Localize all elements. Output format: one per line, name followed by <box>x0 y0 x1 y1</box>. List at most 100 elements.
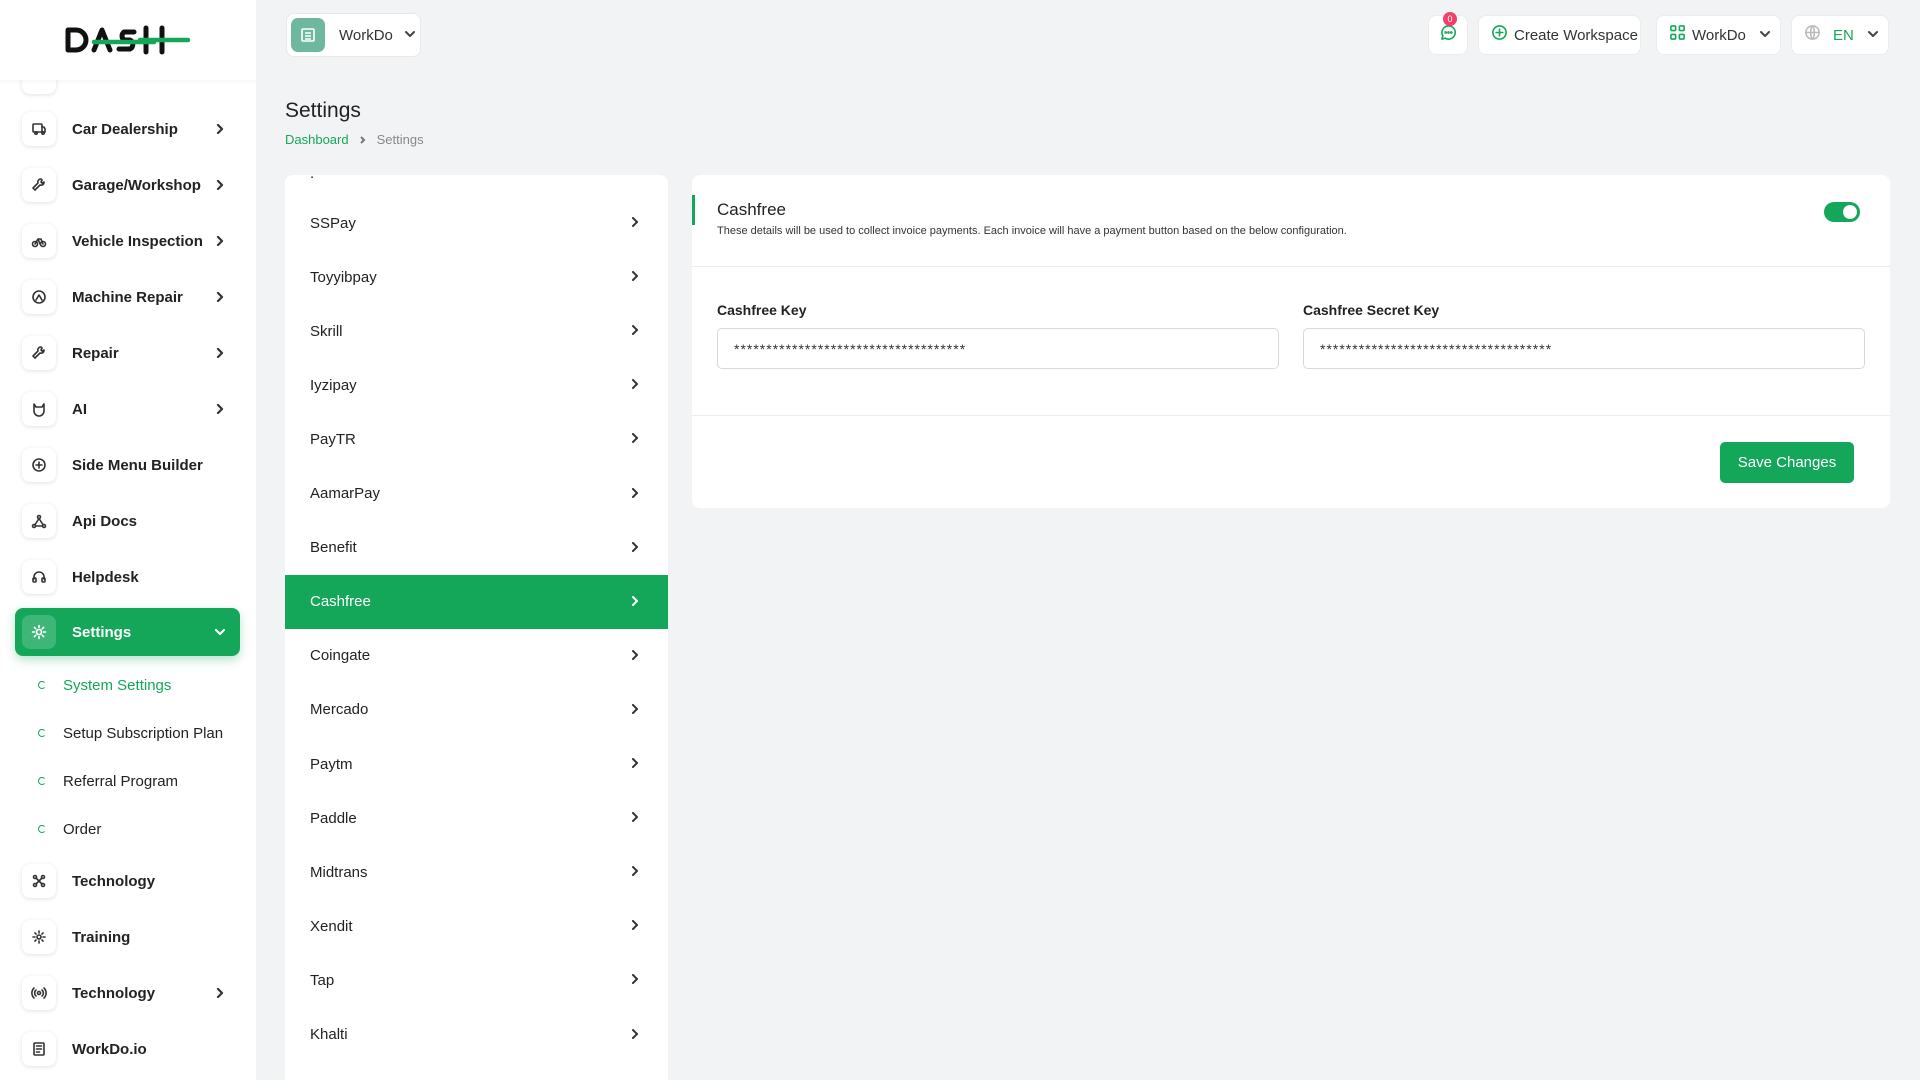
sidebar-item-helpdesk[interactable]: Helpdesk <box>15 553 240 601</box>
gear-icon <box>22 615 56 649</box>
payment-method-skrill[interactable]: Skrill <box>285 304 668 358</box>
payment-method-benefit[interactable]: Benefit <box>285 521 668 575</box>
car-dealership-icon <box>22 112 56 146</box>
payment-method-label: Midtrans <box>310 863 368 881</box>
sidebar-item-car-dealership[interactable]: Car Dealership <box>15 105 240 153</box>
sidebar-subitem-label: Setup Subscription Plan <box>63 724 224 742</box>
sidebar-item-label: Garage/Workshop <box>72 176 201 194</box>
tools-icon <box>22 336 56 370</box>
sidebar-item-technology[interactable]: Technology <box>15 857 240 905</box>
chevron-right-icon <box>212 345 228 361</box>
sidebar: Car Dealership Garage/Workshop Vehicle I… <box>0 0 256 1080</box>
payment-method-toyyibpay[interactable]: Toyyibpay <box>285 250 668 304</box>
chevron-right-icon <box>359 132 367 147</box>
save-changes-button[interactable]: Save Changes <box>1720 442 1854 483</box>
sidebar-item-label: Car Dealership <box>72 120 178 138</box>
sidebar-item-label: AI <box>72 400 87 418</box>
cashfree-key-input[interactable] <box>717 328 1279 369</box>
breadcrumb: Dashboard Settings <box>285 132 424 147</box>
payment-method-label: Paddle <box>310 809 357 827</box>
cashfree-key-label: Cashfree Key <box>717 302 807 318</box>
chevron-right-icon <box>630 809 640 827</box>
breadcrumb-current: Settings <box>376 132 424 147</box>
sidebar-item-garage-workshop[interactable]: Garage/Workshop <box>15 161 240 209</box>
language-label: EN <box>1833 26 1854 44</box>
sidebar-item-repair[interactable]: Repair <box>15 329 240 377</box>
bullet-icon <box>38 777 46 785</box>
sidebar-item-label: Settings <box>72 623 132 641</box>
payment-method-cashfree[interactable]: Cashfree <box>285 574 668 629</box>
payment-method-label: PayTR <box>310 430 356 448</box>
sidebar-item-api-docs[interactable]: Api Docs <box>15 497 240 545</box>
create-workspace-button[interactable]: Create Workspace <box>1478 15 1641 55</box>
payment-method-midtrans[interactable]: Midtrans <box>285 845 668 899</box>
chevron-right-icon <box>630 755 640 773</box>
training-icon <box>22 920 56 954</box>
list-item-partial: . <box>310 175 314 182</box>
cashfree-secret-key-input[interactable] <box>1303 328 1865 369</box>
chevron-right-icon <box>630 647 640 665</box>
plus-circle-icon <box>22 448 56 482</box>
sidebar-item-technology-2[interactable]: Technology <box>15 969 240 1017</box>
chevron-right-icon <box>630 971 640 989</box>
workspace-menu-button[interactable]: WorkDo <box>1656 15 1781 55</box>
payment-method-label: Coingate <box>310 647 371 665</box>
payment-method-label: Cashfree <box>310 593 371 611</box>
chevron-right-icon <box>212 121 228 137</box>
payment-method-label: SSPay <box>310 214 356 232</box>
payment-method-xendit[interactable]: Xendit <box>285 899 668 953</box>
payment-method-khalti[interactable]: Khalti <box>285 1008 668 1062</box>
sidebar-item-settings[interactable]: Settings <box>15 608 240 656</box>
chevron-right-icon <box>630 863 640 881</box>
sidebar-item-machine-repair[interactable]: Machine Repair <box>15 273 240 321</box>
card-title: Cashfree <box>717 200 786 219</box>
dash-logo[interactable] <box>64 24 192 56</box>
chevron-right-icon <box>630 593 640 611</box>
create-workspace-label: Create Workspace <box>1514 26 1638 44</box>
payment-method-label: Benefit <box>310 539 357 557</box>
payment-method-coingate[interactable]: Coingate <box>285 629 668 683</box>
payment-method-paddle[interactable]: Paddle <box>285 791 668 845</box>
sidebar-subitem-order[interactable]: Order <box>38 814 101 844</box>
apps-icon <box>1669 24 1686 46</box>
sidebar-subitem-system-settings[interactable]: System Settings <box>38 670 171 700</box>
sidebar-item-ai[interactable]: AI <box>15 385 240 433</box>
breadcrumb-dashboard-link[interactable]: Dashboard <box>285 132 349 147</box>
chevron-right-icon <box>630 376 640 394</box>
sidebar-item-label: Side Menu Builder <box>72 456 203 474</box>
sidebar-item-label: Helpdesk <box>72 568 139 586</box>
messages-button[interactable]: 0 <box>1428 12 1468 55</box>
chevron-down-icon <box>1759 26 1770 44</box>
payment-method-paytr[interactable]: PayTR <box>285 412 668 466</box>
payment-method-sspay[interactable]: SSPay <box>285 196 668 250</box>
logo-area <box>0 0 256 80</box>
chat-icon <box>1440 24 1457 46</box>
payment-method-label: Xendit <box>310 917 353 935</box>
cashfree-secret-key-label: Cashfree Secret Key <box>1303 302 1440 318</box>
workspace-name: WorkDo <box>339 26 393 44</box>
payment-method-paytm[interactable]: Paytm <box>285 737 668 791</box>
sidebar-subitem-setup-subscription-plan[interactable]: Setup Subscription Plan <box>38 718 223 748</box>
payment-method-mercado[interactable]: Mercado <box>285 683 668 737</box>
cashfree-enable-toggle[interactable] <box>1824 202 1860 222</box>
sidebar-subitem-referral-program[interactable]: Referral Program <box>38 766 178 796</box>
sidebar-item-training[interactable]: Training <box>15 913 240 961</box>
chevron-right-icon <box>630 1026 640 1044</box>
language-selector[interactable]: EN <box>1791 15 1889 55</box>
chevron-right-icon <box>212 177 228 193</box>
payment-method-tap[interactable]: Tap <box>285 953 668 1007</box>
sidebar-item-workdo-io[interactable]: WorkDo.io <box>15 1025 240 1073</box>
payment-method-aamarpay[interactable]: AamarPay <box>285 467 668 521</box>
chevron-right-icon <box>212 233 228 249</box>
sidebar-item-vehicle-inspection[interactable]: Vehicle Inspection <box>15 217 240 265</box>
payment-methods-list: . SSPay Toyyibpay Skrill Iyzipay PayTR AamarP… <box>285 175 668 1080</box>
chevron-right-icon <box>630 917 640 935</box>
sidebar-item-label: Api Docs <box>72 512 138 530</box>
payment-method-iyzipay[interactable]: Iyzipay <box>285 358 668 412</box>
bike-icon <box>22 224 56 258</box>
chevron-right-icon <box>630 485 640 503</box>
chevron-right-icon <box>630 539 640 557</box>
sidebar-item-side-menu-builder[interactable]: Side Menu Builder <box>15 441 240 489</box>
payment-method-label: Tap <box>310 971 335 989</box>
workspace-switcher[interactable]: WorkDo <box>286 13 421 57</box>
